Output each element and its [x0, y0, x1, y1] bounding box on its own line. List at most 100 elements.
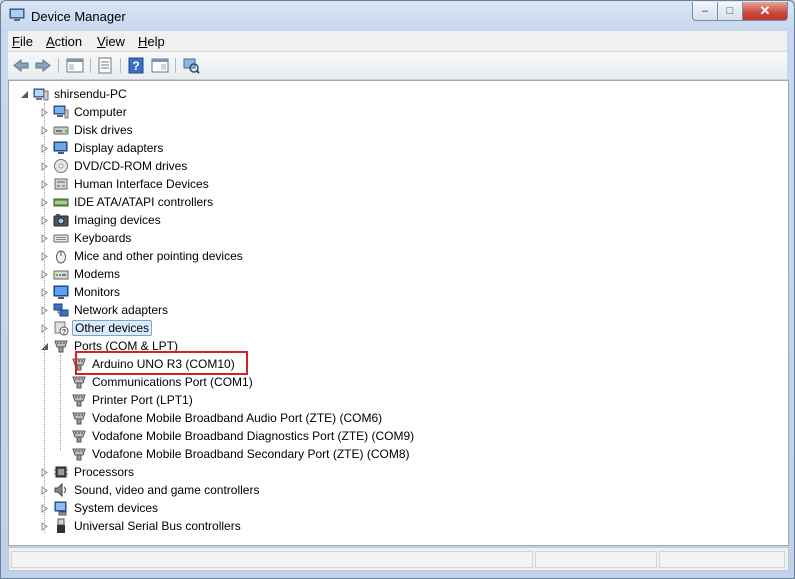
tree-item-label: Human Interface Devices	[74, 177, 209, 191]
tree-item-label: DVD/CD-ROM drives	[74, 159, 188, 173]
tree-item-label: Disk drives	[74, 123, 133, 137]
close-icon: ✕	[759, 3, 771, 18]
tree-category-processors[interactable]: Processors	[39, 463, 136, 481]
show-hide-console-tree-icon[interactable]	[66, 57, 84, 74]
speaker-icon	[54, 482, 66, 498]
tree-item-label: Vodafone Mobile Broadband Diagnostics Po…	[92, 429, 415, 443]
display-adapter-icon	[53, 141, 68, 154]
tree-guide-line	[60, 355, 61, 451]
port-connector-icon	[72, 430, 86, 443]
tree-item-label: Other devices	[72, 320, 153, 336]
toolbar-separator	[120, 58, 121, 73]
tree-item-label: shirsendu-PC	[54, 87, 127, 101]
tree-device-vodafone-mobile-broadband-secondary-port-zte-com8[interactable]: Vodafone Mobile Broadband Secondary Port…	[71, 445, 411, 463]
tree-device-vodafone-mobile-broadband-audio-port-zte-com6[interactable]: Vodafone Mobile Broadband Audio Port (ZT…	[71, 409, 384, 427]
collapse-arrow-icon[interactable]	[19, 89, 29, 99]
close-button[interactable]: ✕	[743, 2, 788, 21]
status-segment	[11, 551, 533, 568]
tree-item-label: Vodafone Mobile Broadband Audio Port (ZT…	[92, 411, 383, 425]
tree-category-imaging-devices[interactable]: Imaging devices	[39, 211, 163, 229]
port-connector-icon	[72, 448, 86, 461]
toolbar-separator	[90, 58, 91, 73]
minimize-icon: –	[701, 5, 709, 17]
back-arrow-icon[interactable]	[12, 57, 30, 74]
tree-item-label: Universal Serial Bus controllers	[74, 519, 241, 533]
keyboard-icon	[53, 234, 69, 243]
ide-controller-icon	[53, 198, 69, 207]
tree-item-label: System devices	[74, 501, 159, 515]
unknown-device-icon: ?	[54, 321, 69, 336]
scan-hardware-icon[interactable]	[182, 57, 200, 74]
mouse-icon	[56, 250, 66, 264]
menu-bar: File Action View Help	[8, 31, 787, 52]
pc-icon	[33, 88, 49, 101]
tree-device-printer-port-lpt1[interactable]: Printer Port (LPT1)	[71, 391, 195, 409]
tree-category-monitors[interactable]: Monitors	[39, 283, 122, 301]
menu-file[interactable]: File	[12, 34, 33, 49]
tree-guide-line	[44, 103, 45, 533]
maximize-button[interactable]: □	[718, 2, 743, 21]
human-interface-device-icon	[54, 178, 68, 190]
tree-item-label: Sound, video and game controllers	[74, 483, 260, 497]
computer-icon	[53, 105, 69, 119]
tree-category-mice-and-other-pointing-devices[interactable]: Mice and other pointing devices	[39, 247, 245, 265]
tree-category-modems[interactable]: Modems	[39, 265, 122, 283]
tree-item-label: Modems	[74, 267, 121, 281]
tree-category-computer[interactable]: Computer	[39, 103, 129, 121]
forward-arrow-icon[interactable]	[34, 57, 52, 74]
tree-category-dvd-cd-rom-drives[interactable]: DVD/CD-ROM drives	[39, 157, 189, 175]
menu-view[interactable]: View	[97, 34, 125, 49]
tree-root-shirsendu-pc[interactable]: shirsendu-PC	[19, 85, 129, 103]
tree-category-human-interface-devices[interactable]: Human Interface Devices	[39, 175, 211, 193]
toolbar-separator	[175, 58, 176, 73]
tree-device-vodafone-mobile-broadband-diagnostics-port-zte-com9[interactable]: Vodafone Mobile Broadband Diagnostics Po…	[71, 427, 416, 445]
tree-category-system-devices[interactable]: System devices	[39, 499, 160, 517]
tree-item-label: Communications Port (COM1)	[92, 375, 253, 389]
device-manager-window: Device Manager – □ ✕ File Action View Help …	[0, 0, 795, 579]
svg-text:?: ?	[132, 59, 139, 73]
processor-icon	[54, 466, 68, 478]
tree-category-display-adapters[interactable]: Display adapters	[39, 139, 165, 157]
help-icon[interactable]: ?	[127, 57, 145, 74]
properties-icon[interactable]	[96, 57, 114, 74]
tree-item-label: Computer	[74, 105, 127, 119]
tree-item-label: Display adapters	[74, 141, 164, 155]
network-adapter-icon	[53, 303, 69, 317]
menu-action[interactable]: Action	[46, 34, 82, 49]
tree-device-communications-port-com1[interactable]: Communications Port (COM1)	[71, 373, 255, 391]
camera-icon	[53, 214, 69, 227]
tree-category-universal-serial-bus-controllers[interactable]: Universal Serial Bus controllers	[39, 517, 243, 535]
tree-item-label: Mice and other pointing devices	[74, 249, 243, 263]
status-segment	[535, 551, 657, 568]
tree-category-sound-video-and-game-controllers[interactable]: Sound, video and game controllers	[39, 481, 261, 499]
action-pane-icon[interactable]	[151, 57, 169, 74]
port-connector-icon	[72, 394, 86, 407]
tree-item-label: Imaging devices	[74, 213, 161, 227]
tree-category-network-adapters[interactable]: Network adapters	[39, 301, 170, 319]
tree-category-other-devices[interactable]: ? Other devices	[39, 319, 153, 337]
usb-connector-icon	[57, 518, 65, 533]
menu-help[interactable]: Help	[138, 34, 165, 49]
tree-item-label: Network adapters	[74, 303, 169, 317]
title-bar[interactable]: Device Manager – □ ✕	[1, 1, 794, 31]
status-segment	[659, 551, 785, 568]
disk-drive-icon	[53, 126, 69, 135]
tree-item-label: IDE ATA/ATAPI controllers	[74, 195, 214, 209]
tree-category-keyboards[interactable]: Keyboards	[39, 229, 133, 247]
minimize-button[interactable]: –	[692, 2, 718, 21]
status-bar	[8, 547, 789, 571]
tree-item-label: Monitors	[74, 285, 121, 299]
tree-category-ide-ata-atapi-controllers[interactable]: IDE ATA/ATAPI controllers	[39, 193, 215, 211]
port-connector-icon	[72, 376, 86, 389]
window-controls: – □ ✕	[692, 2, 788, 21]
modem-icon	[53, 270, 69, 280]
tree-item-label: Vodafone Mobile Broadband Secondary Port…	[92, 447, 410, 461]
toolbar-separator	[58, 58, 59, 73]
maximize-icon: □	[726, 5, 734, 17]
annotation-highlight-box	[75, 351, 248, 375]
window-title: Device Manager	[31, 9, 126, 24]
monitor-icon	[53, 285, 69, 299]
tree-item-label: Processors	[74, 465, 135, 479]
tree-category-disk-drives[interactable]: Disk drives	[39, 121, 135, 139]
device-tree-pane[interactable]: shirsendu-PC Computer Disk drives Display a…	[8, 80, 789, 546]
